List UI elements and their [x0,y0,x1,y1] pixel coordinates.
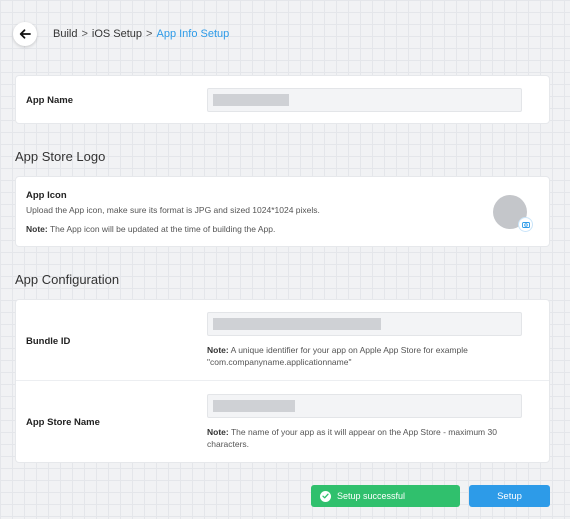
note-prefix: Note: [26,224,48,234]
app-icon-description: Upload the App icon, make sure its forma… [26,205,320,215]
redacted-value [213,400,295,412]
divider [16,380,549,381]
breadcrumb-separator: > [146,28,153,40]
note-text: The name of your app as it will appear o… [207,427,497,449]
toast-text: Setup successful [337,491,406,501]
bundle-id-input[interactable] [207,312,522,336]
app-configuration-card: Bundle ID Note: A unique identifier for … [15,299,550,463]
app-store-logo-title: App Store Logo [15,149,106,164]
redacted-value [213,94,289,106]
app-configuration-title: App Configuration [15,272,120,287]
app-name-card: App Name [15,75,550,124]
app-name-input[interactable] [207,88,522,112]
note-text: The App icon will be updated at the time… [47,224,276,234]
bundle-id-label: Bundle ID [26,336,71,347]
app-icon-upload[interactable] [493,195,533,232]
note-prefix: Note: [207,345,229,355]
breadcrumb: Build > iOS Setup > App Info Setup [53,28,229,40]
camera-icon[interactable] [518,217,533,232]
breadcrumb-separator: > [81,28,88,40]
breadcrumb-build[interactable]: Build [53,28,77,40]
redacted-value [213,318,381,330]
app-icon-label: App Icon [26,190,67,201]
check-circle-icon [320,490,331,502]
note-prefix: Note: [207,427,229,437]
bundle-id-note: Note: A unique identifier for your app o… [207,344,512,368]
app-store-name-note: Note: The name of your app as it will ap… [207,426,507,450]
breadcrumb-app-info-setup: App Info Setup [156,28,230,40]
back-button[interactable] [13,22,37,46]
app-name-label: App Name [26,95,73,106]
app-store-name-input[interactable] [207,394,522,418]
app-icon-note: Note: The App icon will be updated at th… [26,223,275,235]
setup-button[interactable]: Setup [469,485,550,507]
arrow-left-icon [19,29,31,39]
breadcrumb-ios-setup[interactable]: iOS Setup [92,28,142,40]
app-store-name-label: App Store Name [26,417,100,428]
note-text: A unique identifier for your app on Appl… [207,345,468,367]
success-toast: Setup successful [311,485,460,507]
app-icon-card: App Icon Upload the App icon, make sure … [15,176,550,247]
